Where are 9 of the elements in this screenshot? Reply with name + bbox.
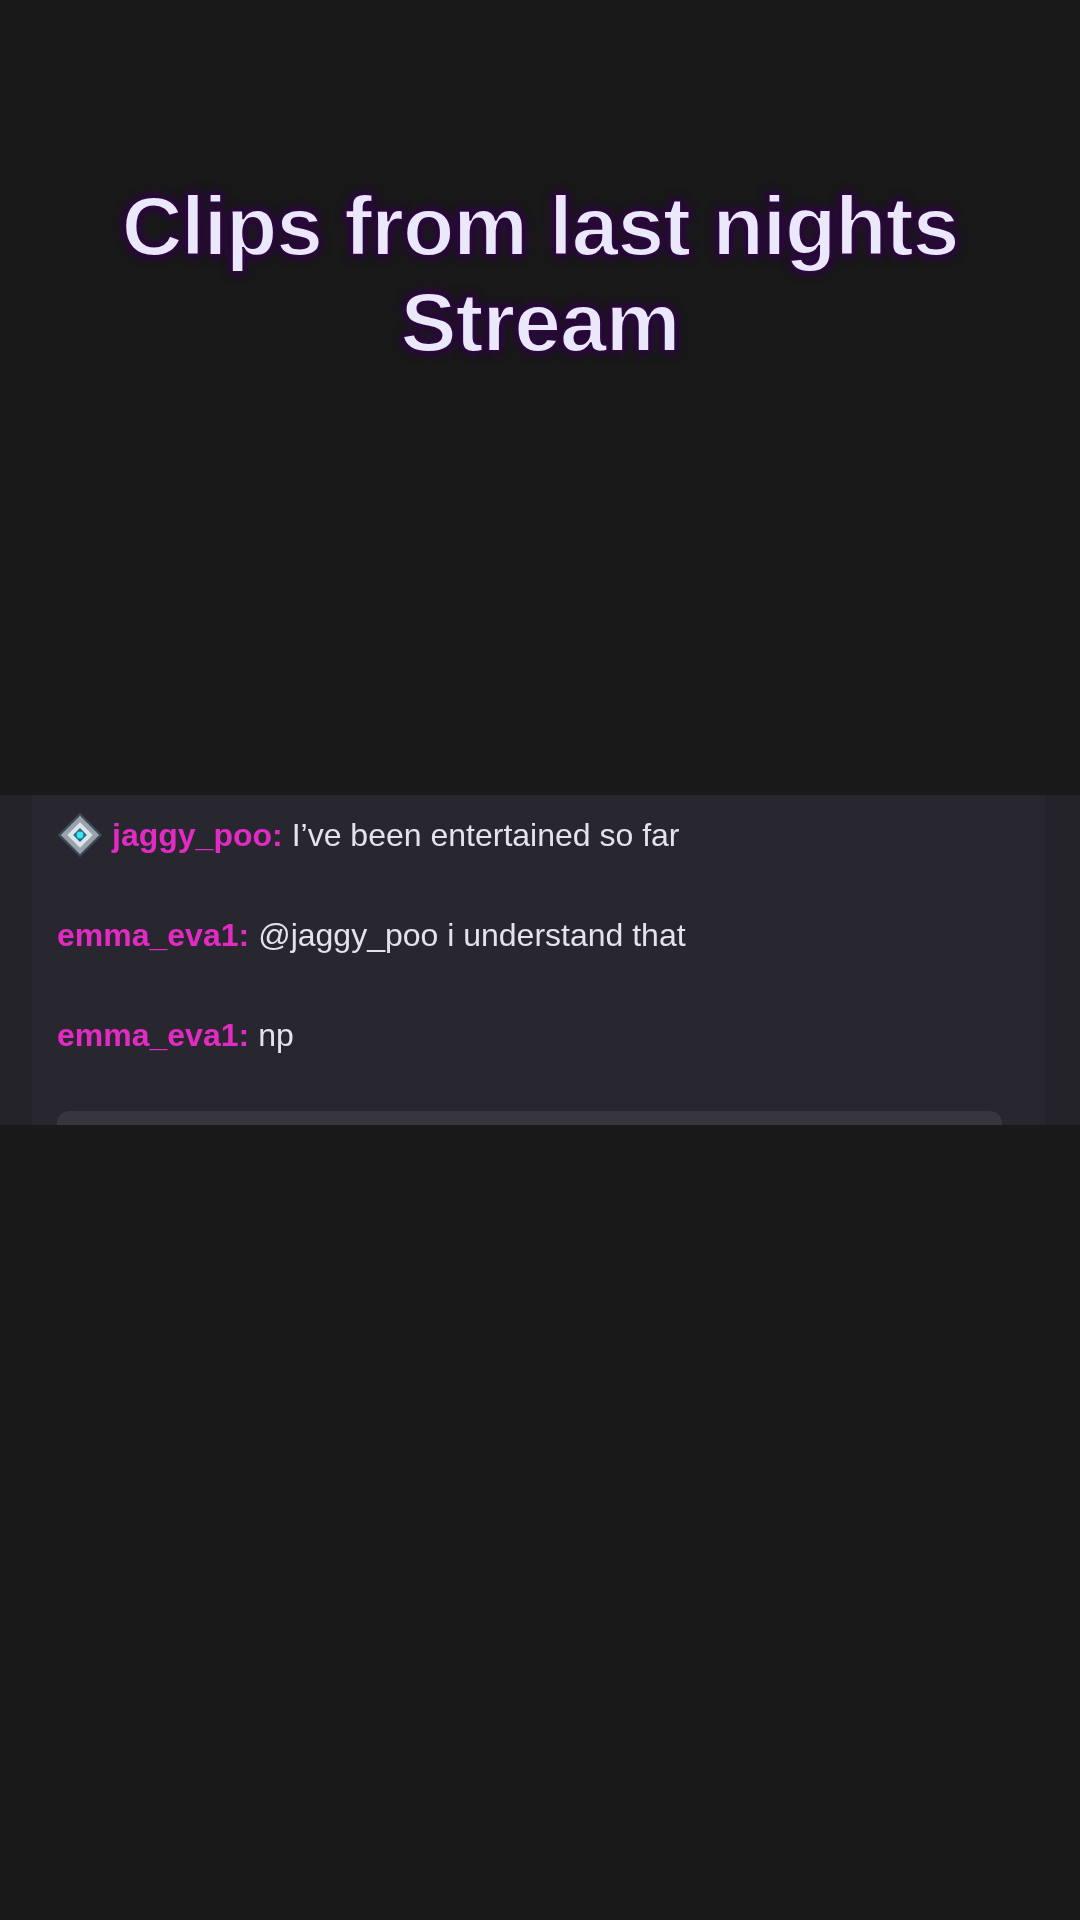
username[interactable]: jaggy_poo:: [112, 816, 283, 854]
username[interactable]: emma_eva1:: [57, 1016, 250, 1054]
message-text: @jaggy_poo i understand that: [258, 916, 686, 954]
message-text: I’ve been entertained so far: [291, 816, 680, 854]
message-text: np: [258, 1016, 294, 1054]
username[interactable]: emma_eva1:: [57, 916, 250, 954]
title-text: Stream: [400, 274, 680, 370]
chat-input-field[interactable]: [57, 1111, 1002, 1125]
title-text: Clips from last nights: [121, 178, 959, 274]
